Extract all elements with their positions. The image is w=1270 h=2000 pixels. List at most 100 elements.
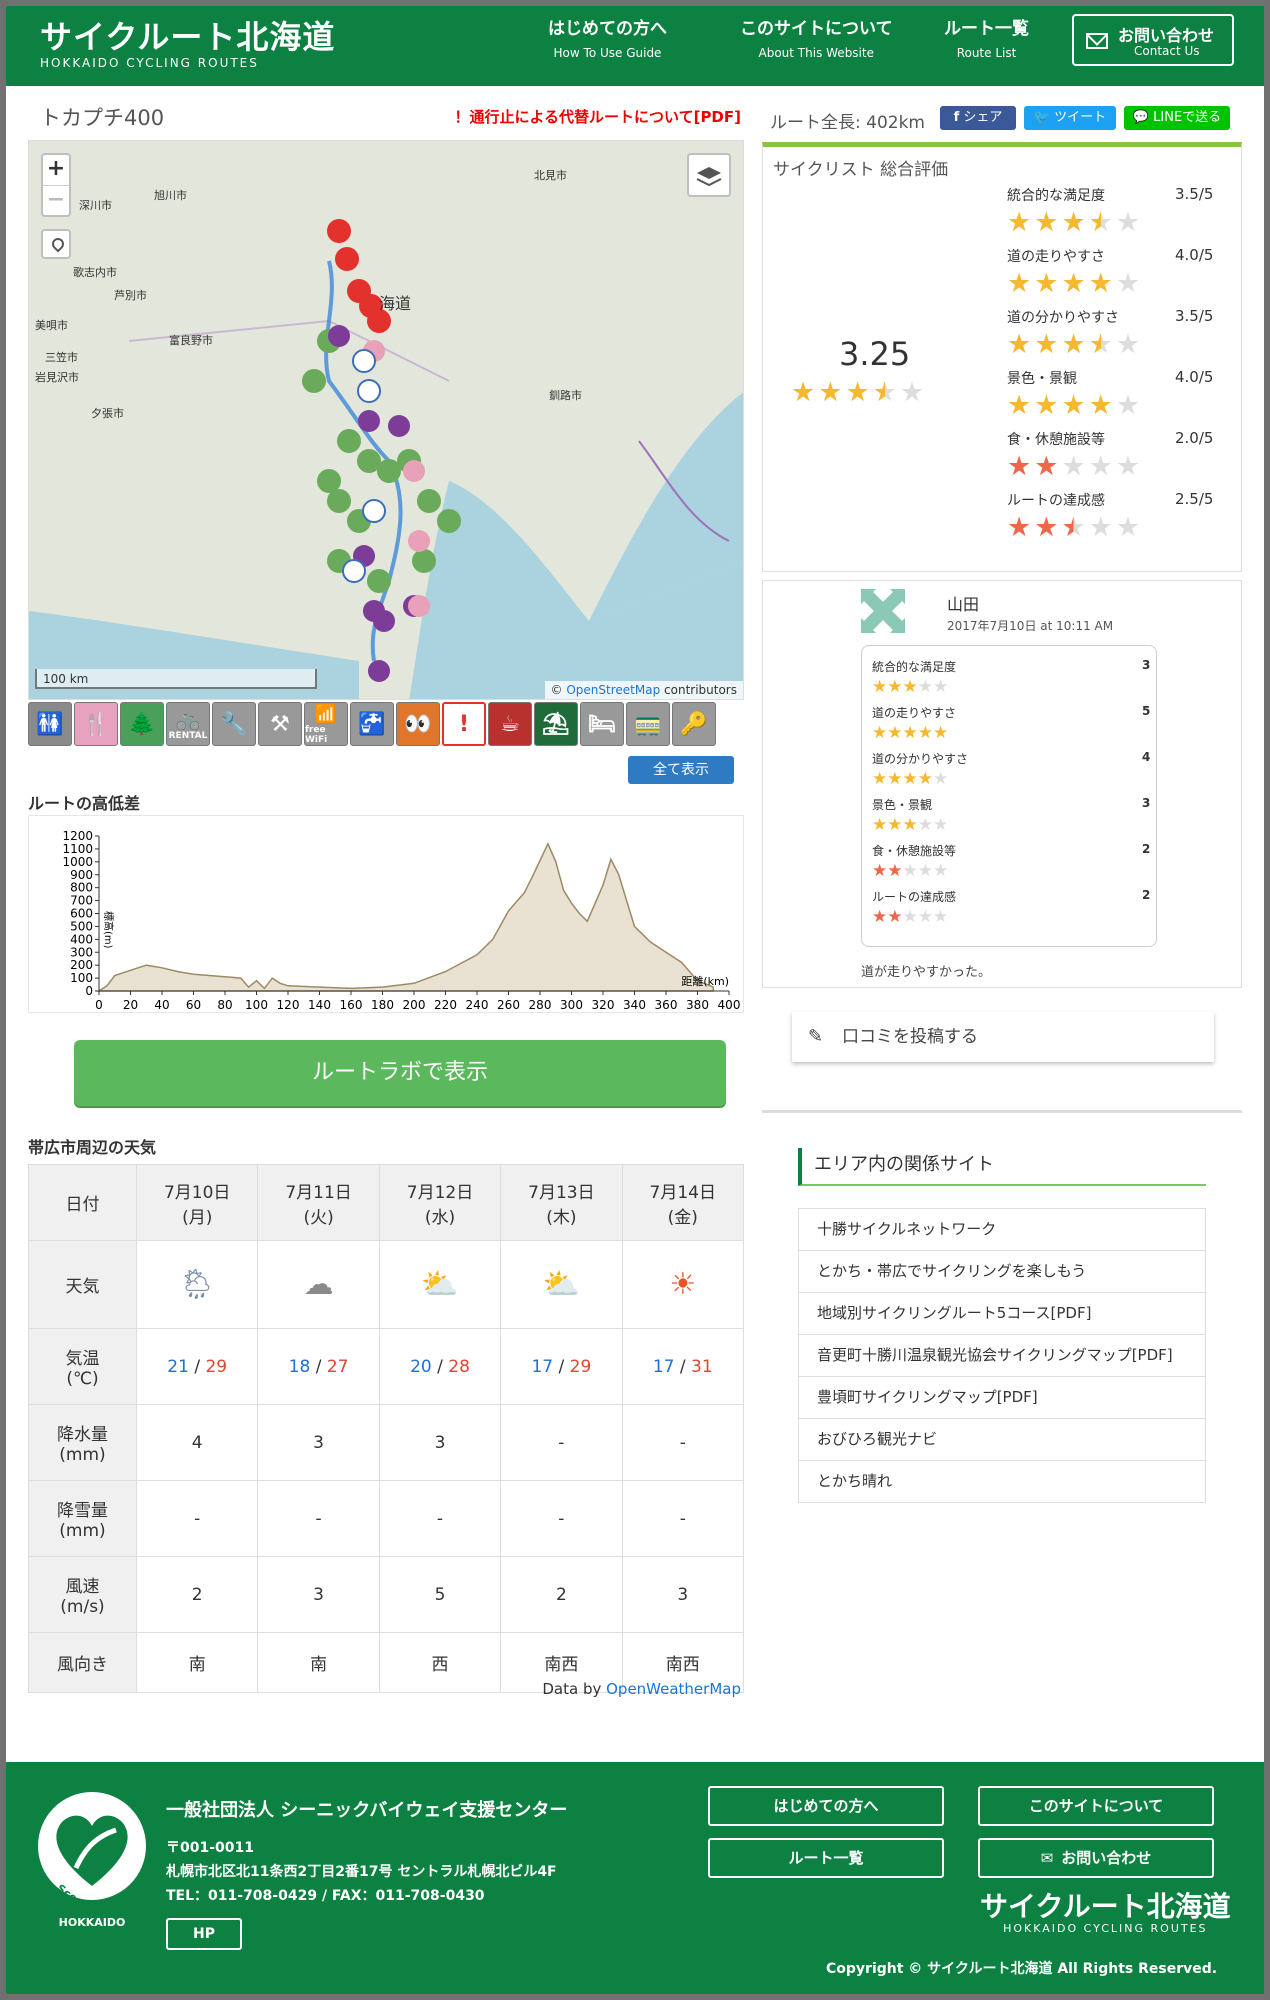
category-name: 食・休憩施設等	[1007, 432, 1105, 448]
star-icon: ★	[1061, 268, 1086, 299]
restaurant-icon[interactable]: 🍴	[74, 702, 118, 746]
star-icon: ★	[1115, 207, 1141, 238]
rating-name: 統合的な満足度	[872, 660, 957, 674]
free-wifi-icon[interactable]: 📶 free WiFi	[304, 702, 348, 746]
category-name: 景色・景観	[1007, 371, 1077, 387]
category-name: 道の分かりやすさ	[1007, 310, 1119, 326]
footer-contact-button[interactable]: ✉ お問い合わせ	[978, 1838, 1214, 1878]
park-icon[interactable]: 🌲	[120, 702, 164, 746]
label-unit: (mm)	[59, 1445, 106, 1465]
review-date: 2017年7月10日 at 10:11 AM	[947, 619, 1114, 633]
logo-jp: サイクルート北海道	[40, 18, 336, 56]
star-icon: ★	[1115, 512, 1141, 543]
related-link[interactable]: とかち晴れ	[799, 1461, 1205, 1502]
map-label: 海道	[379, 294, 411, 313]
badge-sub: HOKKAIDO	[59, 1916, 126, 1929]
line-share-button[interactable]: 💬 LINEで送る	[1124, 106, 1230, 130]
detour-alert-link[interactable]: ！通行止による代替ルートについて[PDF]	[454, 106, 741, 127]
pump-icon[interactable]: ⚒	[258, 702, 302, 746]
rest-area-icon[interactable]: ⛱	[534, 702, 578, 746]
scenic-byway-logo[interactable]: Scenic Byway HOKKAIDO	[36, 1786, 148, 1941]
contact-button[interactable]: お問い合わせ Contact Us	[1072, 14, 1234, 66]
caution-icon[interactable]: !	[442, 702, 486, 746]
show-all-button[interactable]: 全て表示	[628, 756, 734, 784]
nav-route-list[interactable]: ルート一覧 Route List	[944, 18, 1029, 60]
hotel-icon[interactable]: 🛏	[580, 702, 624, 746]
y-tick-label: 500	[70, 919, 93, 933]
dir-cell: 南	[135, 1632, 259, 1693]
date-cell: 7月12日 (水)	[378, 1164, 502, 1241]
related-link[interactable]: 豊頃町サイクリングマップ[PDF]	[799, 1377, 1205, 1419]
temp-sep: /	[553, 1356, 570, 1377]
viewpoint-icon[interactable]: 👀	[396, 702, 440, 746]
rental-bicycle-icon[interactable]: 🚲 RENTAL	[166, 702, 210, 746]
cafe-icon[interactable]: ☕	[488, 702, 532, 746]
related-link[interactable]: 地域別サイクリングルート5コース[PDF]	[799, 1293, 1205, 1335]
related-link[interactable]: とかち・帯広でサイクリングを楽しもう	[799, 1251, 1205, 1293]
related-link[interactable]: 十勝サイクルネットワーク	[799, 1209, 1205, 1251]
x-tick-label: 80	[217, 998, 232, 1012]
x-tick-label: 320	[592, 998, 615, 1012]
nav-how-to-use[interactable]: はじめての方へ How To Use Guide	[548, 18, 667, 60]
snow-cell: -	[378, 1480, 502, 1557]
day-of-week: (金)	[667, 1207, 698, 1228]
rating-score: 3	[1142, 796, 1151, 810]
category-score: 3.5/5	[1175, 307, 1214, 325]
post-review-button[interactable]: 口コミを投稿する	[792, 1012, 1214, 1062]
water-icon[interactable]: 🚰	[350, 702, 394, 746]
date-cell: 7月13日 (木)	[500, 1164, 623, 1241]
homepage-button[interactable]: HP	[166, 1918, 242, 1950]
footer-nav-about[interactable]: このサイトについて	[978, 1786, 1214, 1826]
label-unit: (mm)	[59, 1521, 106, 1541]
rain-cell: -	[621, 1404, 745, 1481]
related-link[interactable]: おびひろ観光ナビ	[799, 1419, 1205, 1461]
related-link[interactable]: 音更町十勝川温泉観光協会サイクリングマップ[PDF]	[799, 1335, 1205, 1377]
footer-nav-route-list[interactable]: ルート一覧	[708, 1838, 944, 1878]
bike-rack-icon[interactable]: 🔑	[672, 702, 716, 746]
elevation-heading: ルートの高低差	[28, 794, 141, 813]
toilet-icon[interactable]: 🚻	[28, 702, 72, 746]
location-pin-icon[interactable]	[41, 229, 71, 259]
star-icon: ★	[1115, 451, 1141, 482]
avatar-pattern	[873, 589, 893, 602]
y-tick-label: 1000	[62, 855, 93, 869]
x-tick-label: 60	[186, 998, 201, 1012]
twitter-share-button[interactable]: 🐦 ツイート	[1024, 106, 1116, 130]
nav-about[interactable]: このサイトについて About This Website	[740, 18, 893, 60]
footer-nav-how-to-use[interactable]: はじめての方へ	[708, 1786, 944, 1826]
row-label: 風向き	[28, 1632, 137, 1693]
rain-cell: 4	[135, 1404, 259, 1481]
station-icon[interactable]: 🚃	[626, 702, 670, 746]
footer-logo[interactable]: サイクルート北海道 HOKKAIDO CYCLING ROUTES	[980, 1892, 1231, 1936]
category-name: 統合的な満足度	[1007, 188, 1105, 204]
facebook-share-button[interactable]: f シェア	[940, 106, 1016, 130]
star-icon: ★	[1034, 329, 1059, 360]
route-lab-button[interactable]: ルートラボで表示	[74, 1040, 726, 1106]
zoom-out-button[interactable]: −	[43, 185, 69, 215]
row-label: 日付	[28, 1164, 137, 1241]
temp-sep: /	[310, 1356, 327, 1377]
x-tick-label: 100	[245, 998, 268, 1012]
map-label: 芦別市	[114, 288, 147, 302]
star-icon: ★	[1115, 390, 1141, 421]
star-icon: ★	[899, 377, 925, 408]
layers-icon[interactable]	[687, 153, 731, 197]
contact-sub: Contact Us	[1134, 44, 1200, 58]
evaluation-category: ルートの達成感 2.5/5 ★ ★ ★ ★ ★	[1007, 490, 1213, 543]
nav-label: このサイトについて	[740, 19, 893, 39]
row-label: 気温 (℃)	[28, 1328, 137, 1405]
site-logo[interactable]: サイクルート北海道 HOKKAIDO CYCLING ROUTES	[40, 20, 335, 70]
temp-sep: /	[674, 1356, 692, 1377]
repair-icon[interactable]: 🔧	[212, 702, 256, 746]
star-icon: ★	[1034, 390, 1059, 421]
openstreetmap-link[interactable]: OpenStreetMap	[566, 683, 660, 697]
attribution-prefix: ©	[550, 683, 567, 697]
openweathermap-link[interactable]: OpenWeatherMap	[606, 1680, 741, 1698]
temp-high: 28	[448, 1356, 470, 1377]
route-map[interactable]: 北見市 深川市 旭川市 芦別市 歌志内市 美唄市 富良野市 三笠市 岩見沢市 夕…	[28, 140, 744, 700]
temp-low: 17	[531, 1356, 554, 1377]
temp-high: 29	[569, 1356, 592, 1377]
wifi-label: free WiFi	[305, 724, 328, 745]
zoom-in-button[interactable]: +	[43, 155, 69, 185]
share-label: ツイート	[1054, 110, 1107, 125]
